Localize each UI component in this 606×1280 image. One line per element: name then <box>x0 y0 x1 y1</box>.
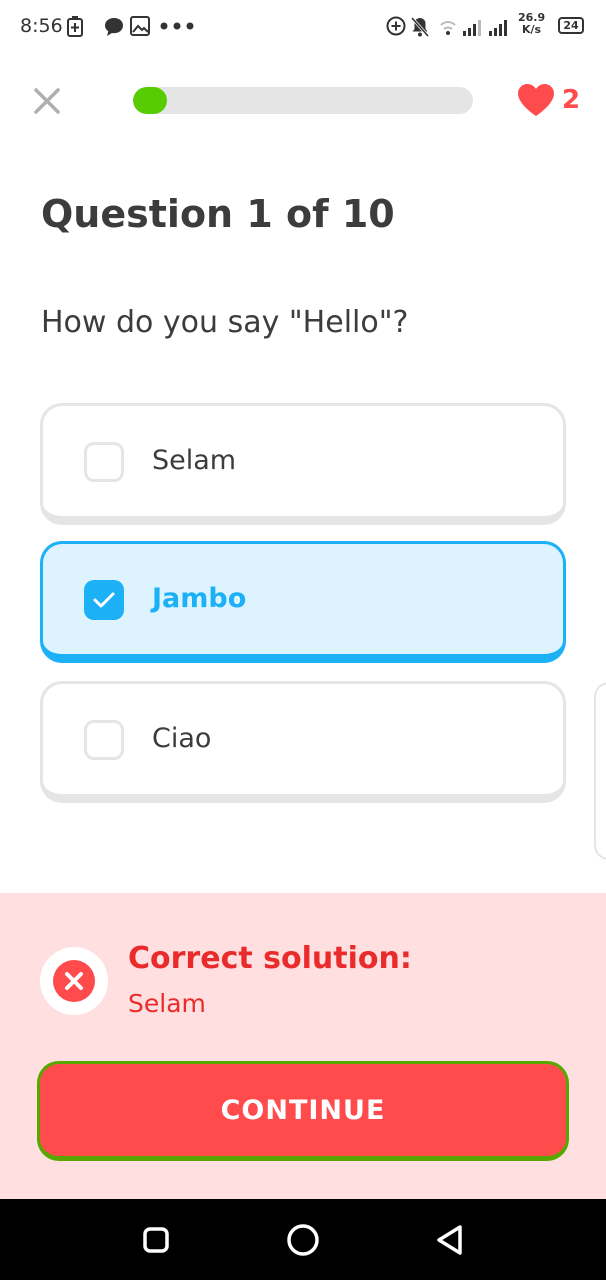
feedback-panel: Correct solution: Selam CONTINUE <box>0 893 606 1199</box>
question-prompt: How do you say "Hello"? <box>41 305 409 340</box>
checkmark-icon <box>93 592 115 608</box>
error-badge <box>40 947 108 1015</box>
option-label: Ciao <box>152 723 212 754</box>
image-icon <box>130 16 150 36</box>
feedback-title: Correct solution: <box>128 941 412 976</box>
continue-button[interactable]: CONTINUE <box>37 1061 569 1161</box>
wifi-icon <box>440 21 456 35</box>
lesson-progress-bar <box>133 87 473 114</box>
correct-answer: Selam <box>128 989 206 1018</box>
battery-level: 24 <box>558 17 584 34</box>
status-bar: 8:56 26.9 K/s 24 <box>0 0 606 56</box>
hearts-count: 2 <box>562 85 581 115</box>
error-x-icon <box>53 960 95 1002</box>
hearts-counter[interactable]: 2 <box>517 83 587 119</box>
battery-saver-icon <box>67 16 83 37</box>
answer-option-selam[interactable]: Selam <box>40 403 566 525</box>
mute-bell-icon <box>410 17 430 37</box>
answer-option-jambo[interactable]: Jambo <box>40 541 566 663</box>
back-triangle-icon[interactable] <box>434 1223 466 1257</box>
signal-icon-2 <box>489 20 507 36</box>
option-label: Selam <box>152 445 237 476</box>
offscreen-card-edge <box>594 682 606 860</box>
system-nav-bar <box>0 1199 606 1280</box>
heart-icon <box>518 84 554 116</box>
question-title: Question 1 of 10 <box>41 192 395 236</box>
option-checkbox[interactable] <box>84 442 124 482</box>
data-saver-icon <box>386 16 406 36</box>
option-checkbox[interactable] <box>84 720 124 760</box>
home-circle-icon[interactable] <box>285 1222 321 1258</box>
more-dots-icon <box>160 22 194 30</box>
network-speed: 26.9 K/s <box>518 12 545 36</box>
recents-square-icon[interactable] <box>141 1225 171 1255</box>
status-time: 8:56 <box>20 15 63 37</box>
signal-icon <box>463 20 481 36</box>
option-checkbox-checked[interactable] <box>84 580 124 620</box>
chat-bubble-icon <box>105 18 123 36</box>
close-button[interactable] <box>30 84 64 118</box>
option-label: Jambo <box>152 583 247 614</box>
network-speed-unit: K/s <box>522 23 542 36</box>
lesson-progress-fill <box>133 87 167 114</box>
answer-option-ciao[interactable]: Ciao <box>40 681 566 803</box>
close-icon <box>34 88 60 114</box>
